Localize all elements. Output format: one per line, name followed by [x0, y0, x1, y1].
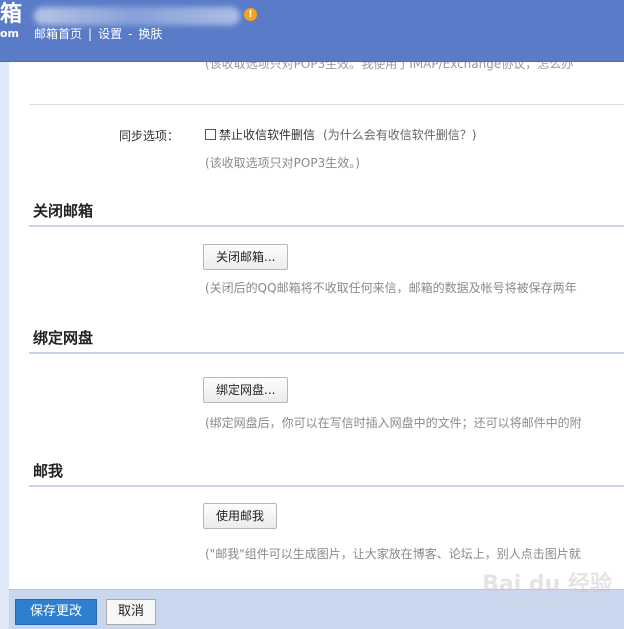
nav-skin-link[interactable]: 换肤 [138, 27, 162, 41]
close-mailbox-button[interactable]: 关闭邮箱... [203, 244, 289, 270]
section-divider [29, 485, 624, 487]
logo[interactable]: 箱 om [0, 2, 23, 40]
disable-client-delete-label[interactable]: 禁止收信软件删信 [219, 126, 315, 143]
left-edge [0, 62, 9, 629]
close-mailbox-title: 关闭邮箱 [33, 202, 94, 220]
watermark: Bai du 经验 jingyan.baidu.com [482, 566, 612, 611]
nav-mail-home-link[interactable]: 邮箱首页 [34, 27, 82, 41]
use-mail-me-button[interactable]: 使用邮我 [203, 503, 278, 529]
disable-client-delete-checkbox[interactable] [205, 129, 216, 140]
watermark-brand: Bai du 经验 [482, 572, 612, 597]
mail-me-note: ("邮我"组件可以生成图片，让大家放在博客、论坛上，别人点击图片就 [205, 547, 581, 561]
nav-separator: - [128, 27, 133, 41]
logo-text: 箱 [0, 2, 23, 27]
settings-panel: (该收取选项只对POP3生效。我使用了IMAP/Exchange协议，怎么办 同… [9, 62, 624, 589]
alert-icon[interactable]: ! [244, 8, 257, 21]
sync-option-row: 禁止收信软件删信 (为什么会有收信软件删信？) [205, 126, 476, 143]
top-header: 箱 om ! 邮箱首页 | 设置 - 换肤 [0, 0, 624, 62]
divider [29, 104, 624, 105]
sync-options-label: 同步选项： [119, 129, 180, 143]
watermark-url: jingyan.baidu.com [496, 598, 598, 611]
account-blurred [34, 7, 240, 25]
close-mailbox-note: (关闭后的QQ邮箱将不收取任何来信，邮箱的数据及帐号将被保存两年 [205, 281, 577, 295]
bind-disk-title: 绑定网盘 [33, 329, 94, 347]
bind-disk-note: (绑定网盘后，你可以在写信时插入网盘中的文件；还可以将邮件中的附 [205, 416, 582, 430]
logo-domain: om [0, 27, 20, 40]
section-divider [29, 225, 624, 227]
nav-settings-link[interactable]: 设置 [98, 27, 122, 41]
top-nav: 邮箱首页 | 设置 - 换肤 [34, 25, 162, 42]
cancel-button[interactable]: 取消 [106, 599, 157, 625]
save-changes-button[interactable]: 保存更改 [15, 599, 98, 625]
section-divider [29, 352, 624, 354]
mail-me-title: 邮我 [33, 462, 64, 480]
nav-separator: | [88, 27, 93, 41]
pop3-note-cut: (该收取选项只对POP3生效。我使用了IMAP/Exchange协议，怎么办 [205, 62, 574, 71]
why-client-delete-link[interactable]: (为什么会有收信软件删信？) [323, 126, 476, 143]
pop3-only-note: (该收取选项只对POP3生效。) [205, 156, 360, 170]
bind-disk-button[interactable]: 绑定网盘... [203, 377, 289, 403]
